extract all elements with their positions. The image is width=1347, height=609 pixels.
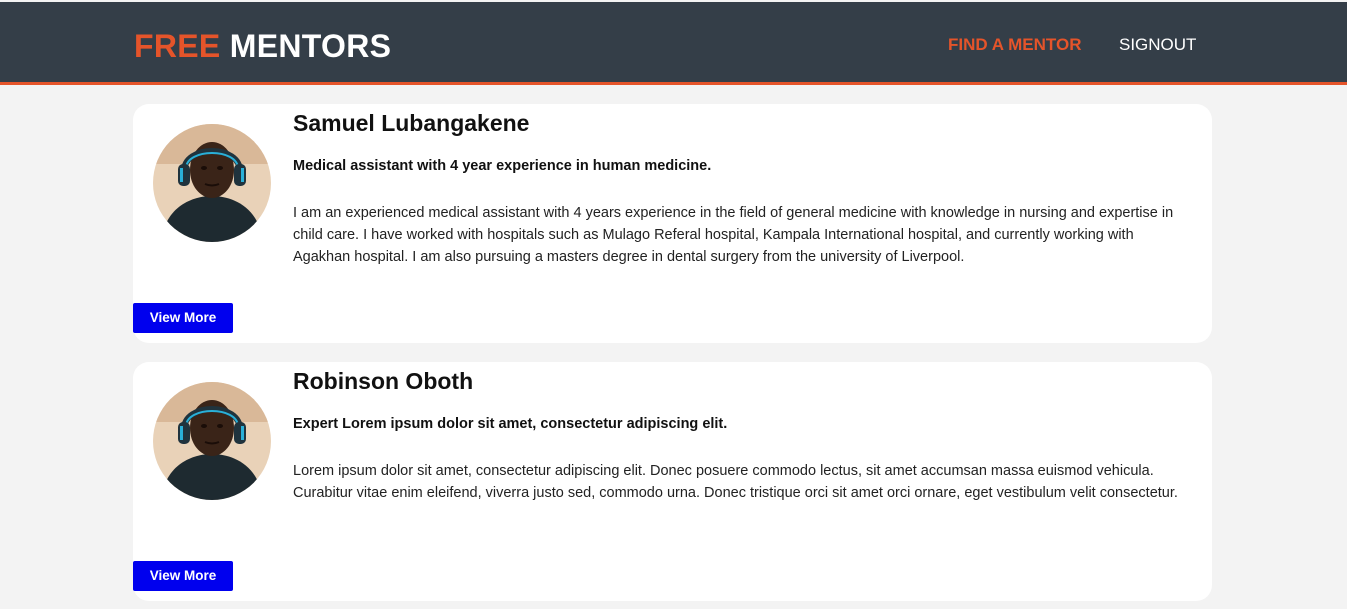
mentor-name: Robinson Oboth — [293, 368, 474, 394]
nav-find-mentor-link[interactable]: FIND A MENTOR — [948, 35, 1081, 55]
mentor-card: Robinson Oboth Expert Lorem ipsum dolor … — [133, 362, 1212, 601]
mentor-card: Samuel Lubangakene Medical assistant wit… — [133, 104, 1212, 343]
brand-logo[interactable]: FREE MENTORS — [134, 28, 391, 64]
avatar-photo-icon — [153, 124, 271, 242]
mentor-headline: Medical assistant with 4 year experience… — [293, 158, 712, 174]
mentor-avatar — [153, 124, 271, 242]
brand-free: FREE — [134, 28, 221, 64]
mentor-bio: Lorem ipsum dolor sit amet, consectetur … — [293, 463, 1178, 501]
avatar-photo-icon — [153, 382, 271, 500]
mentor-headline: Expert Lorem ipsum dolor sit amet, conse… — [293, 416, 728, 432]
view-more-button[interactable]: View More — [133, 561, 233, 591]
navbar: FREE MENTORS FIND A MENTOR SIGNOUT — [0, 2, 1347, 85]
mentor-avatar — [153, 382, 271, 500]
mentor-bio: I am an experienced medical assistant wi… — [293, 205, 1174, 265]
brand-mentors: MENTORS — [229, 28, 392, 64]
nav-signout-link[interactable]: SIGNOUT — [1119, 35, 1196, 55]
mentor-name: Samuel Lubangakene — [293, 110, 530, 136]
view-more-button[interactable]: View More — [133, 303, 233, 333]
